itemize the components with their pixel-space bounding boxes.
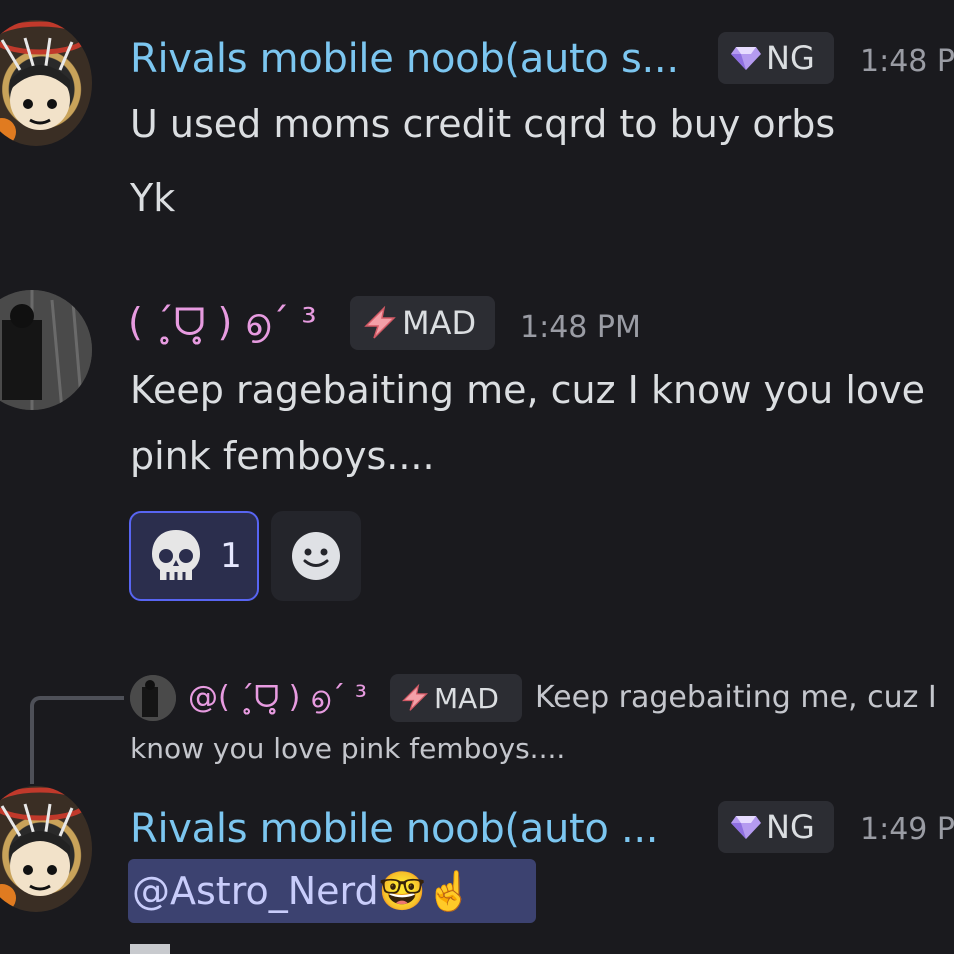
avatar[interactable] xyxy=(0,786,92,912)
reply-avatar[interactable] xyxy=(130,675,176,721)
lightning-icon xyxy=(401,684,429,711)
user-mention[interactable]: @Astro_Nerd🤓☝️ xyxy=(128,859,536,923)
message-line: Keep ragebaiting me, cuz I know you love xyxy=(130,368,926,412)
reply-preview-line[interactable]: know you love pink femboys.... xyxy=(130,732,565,765)
avatar-art-icon xyxy=(0,787,88,912)
reply-role-tag[interactable]: MAD xyxy=(390,674,522,722)
author-name[interactable]: Rivals mobile noob(auto ... xyxy=(130,806,659,852)
message-line: pink femboys.... xyxy=(130,434,435,478)
avatar-photo-icon xyxy=(0,290,92,410)
gem-icon xyxy=(731,816,761,839)
reply-connector xyxy=(30,696,124,784)
role-tag-label: MAD xyxy=(402,304,477,342)
timestamp[interactable]: 1:48 PM xyxy=(860,44,954,79)
timestamp[interactable]: 1:48 PM xyxy=(520,310,641,345)
avatar[interactable] xyxy=(0,290,92,410)
author-name[interactable]: ( ´̥̥̥̥ᗜ̥̥̥̥ ) ൭´ ³ xyxy=(128,300,317,345)
author-name[interactable]: Rivals mobile noob(auto s... xyxy=(130,36,679,82)
reply-preview-line[interactable]: Keep ragebaiting me, cuz I xyxy=(535,680,937,715)
skull-icon xyxy=(152,530,201,580)
timestamp[interactable]: 1:49 PM xyxy=(860,812,954,847)
reaction-skull[interactable]: 1 xyxy=(129,511,259,601)
role-tag[interactable]: MAD xyxy=(350,296,495,350)
guild-tag[interactable]: NG xyxy=(718,801,834,853)
reply-author[interactable]: @( ´̥̥̥̥ᗜ̥̥̥̥ ) ൭´ ³ xyxy=(188,680,367,715)
next-message-fragment xyxy=(130,944,170,954)
smiley-icon xyxy=(292,532,340,580)
add-reaction-button[interactable] xyxy=(271,511,361,601)
gem-icon xyxy=(731,47,761,70)
message-line: Yk xyxy=(130,176,176,220)
avatar[interactable] xyxy=(0,20,92,146)
message-line: U used moms credit cqrd to buy orbs xyxy=(130,102,836,146)
guild-tag-label: NG xyxy=(766,39,815,77)
avatar-art-icon xyxy=(0,21,88,146)
reply-role-tag-label: MAD xyxy=(434,681,499,715)
avatar-photo-icon xyxy=(130,675,176,721)
guild-tag[interactable]: NG xyxy=(718,32,834,84)
guild-tag-label: NG xyxy=(766,808,815,846)
lightning-icon xyxy=(364,306,396,339)
reaction-count: 1 xyxy=(220,536,242,576)
